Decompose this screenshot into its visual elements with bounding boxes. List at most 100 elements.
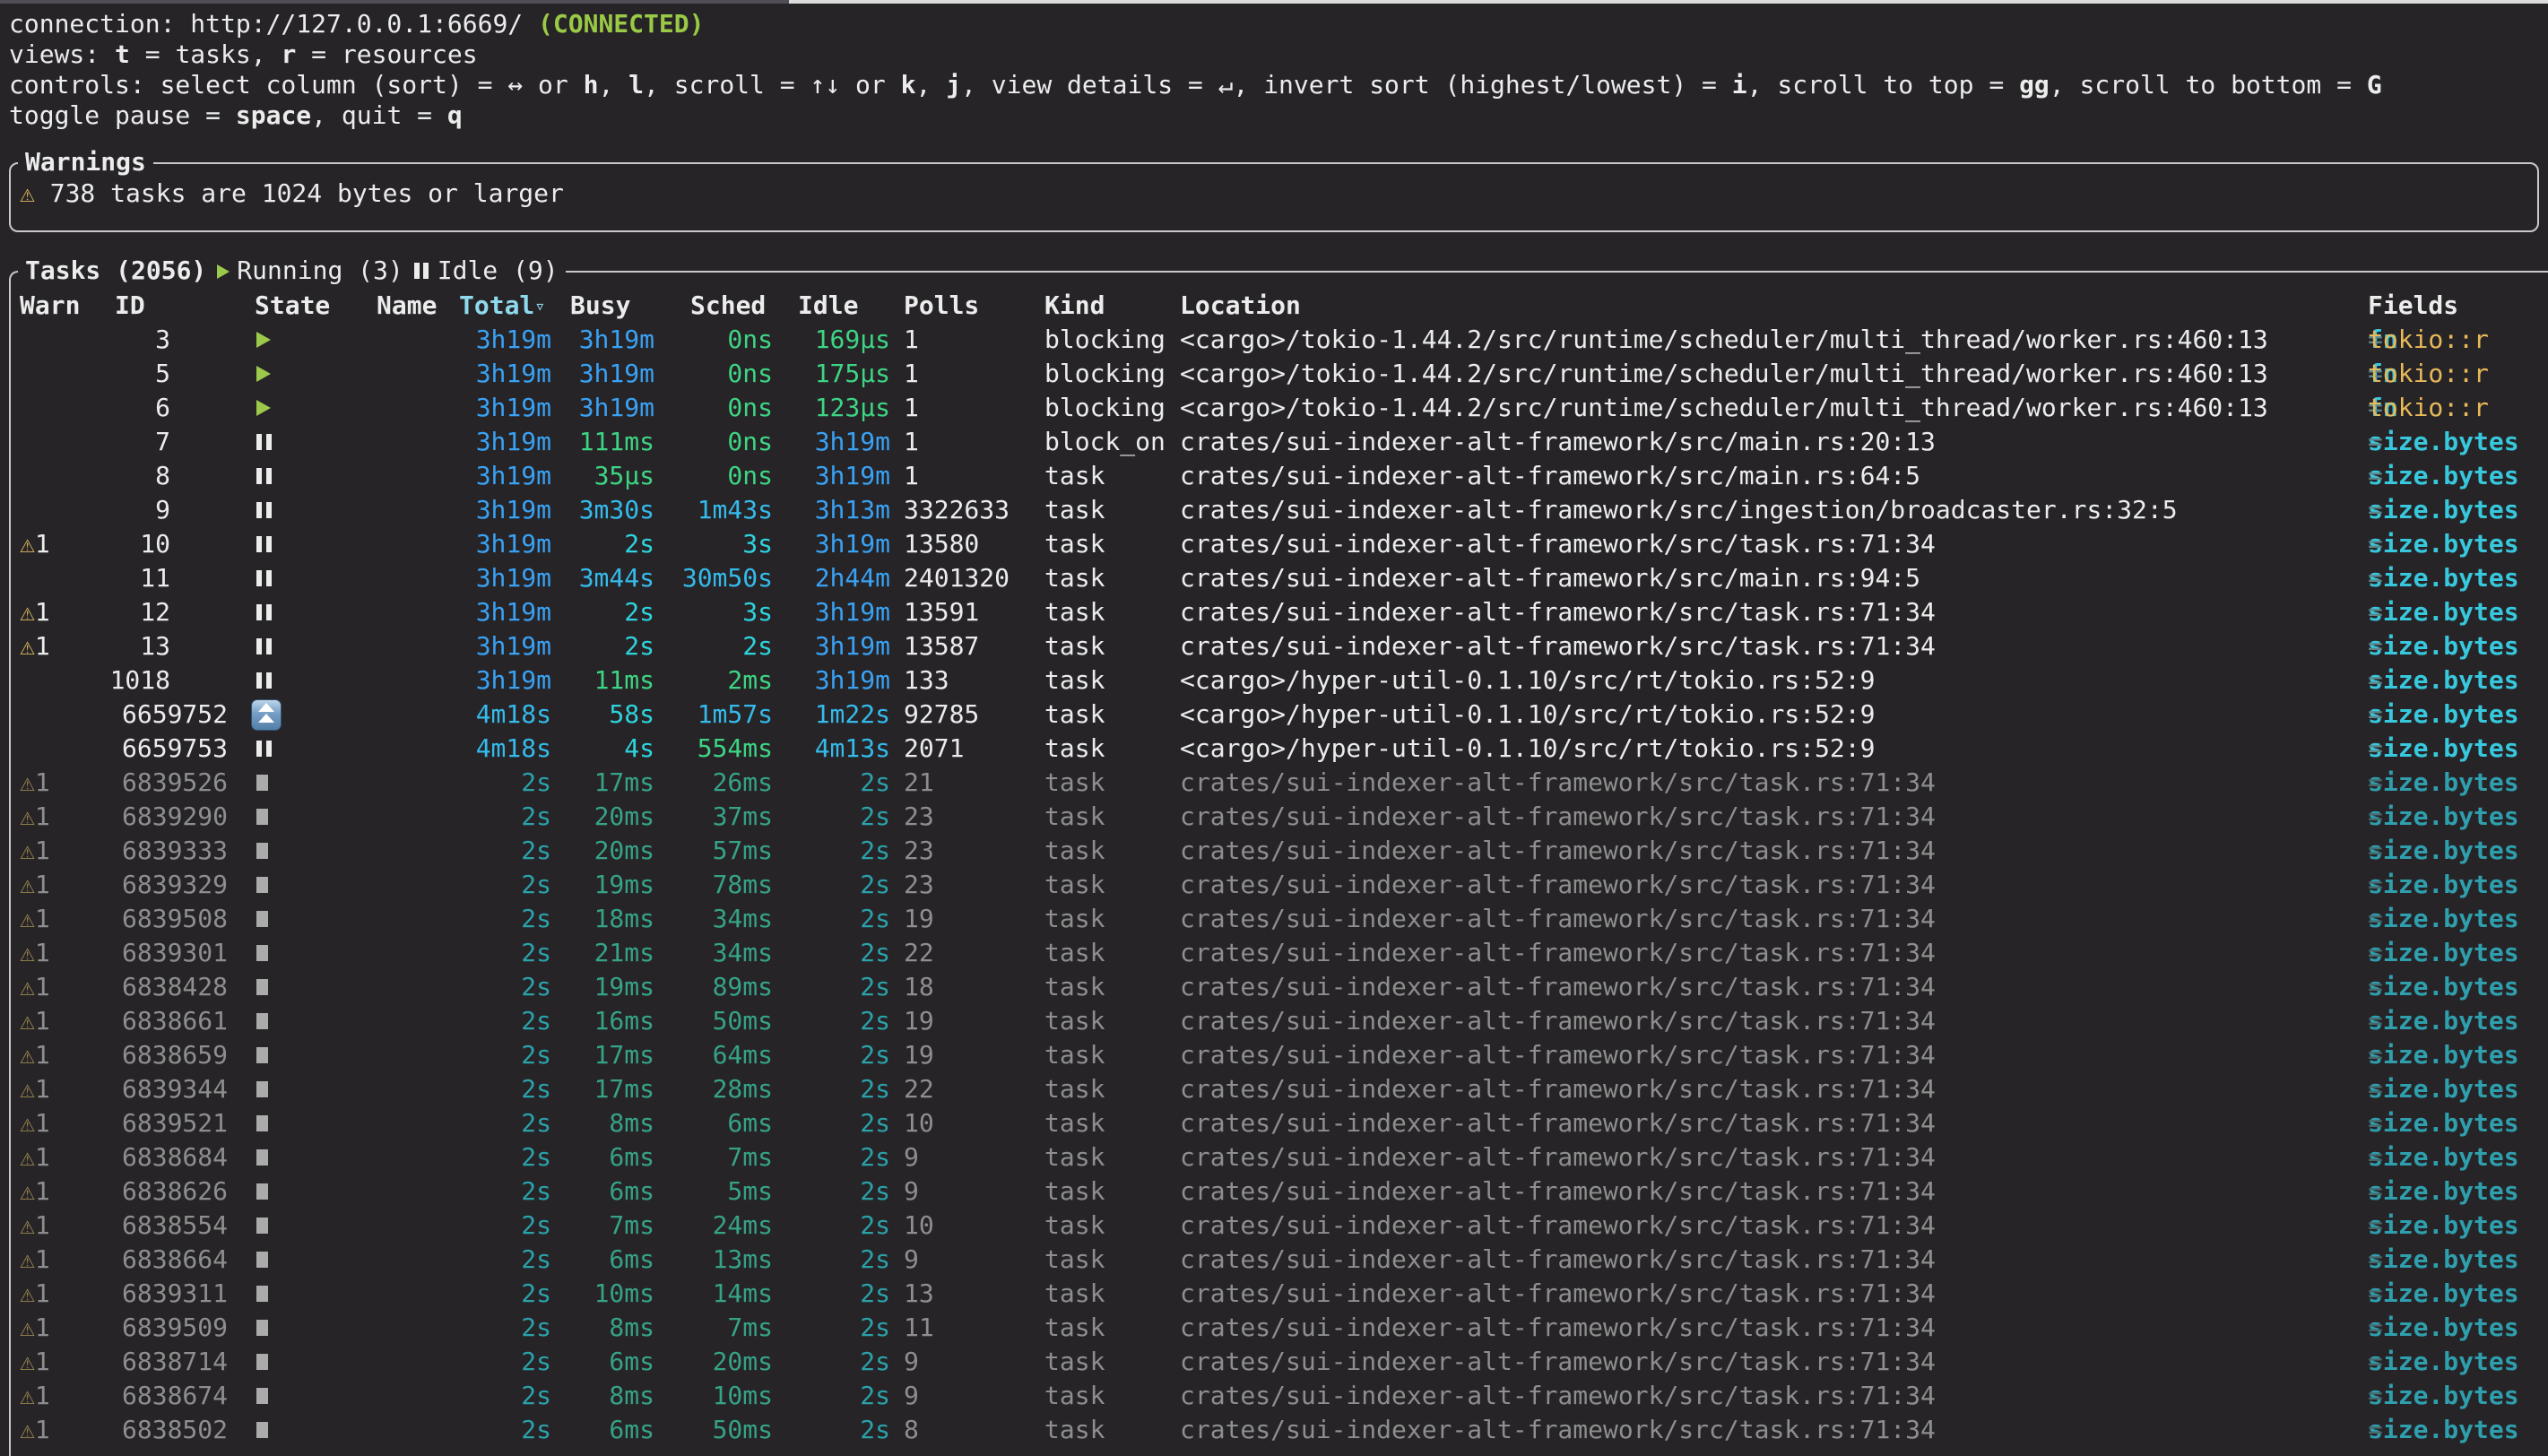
busy-duration: 21ms [529,936,654,970]
idle-duration: 3h19m [773,425,890,459]
task-row[interactable]: ⚠ 168393442s17ms28ms2s22taskcrates/sui-i… [0,1072,2548,1106]
column-header-location[interactable]: Location [1180,289,1301,323]
task-id: 6838502 [122,1413,355,1447]
column-header-kind[interactable]: Kind [1044,289,1105,323]
task-id: 6839329 [122,868,355,902]
sched-duration: 10ms [659,1379,773,1413]
task-row[interactable]: ⚠ 1103h19m2s3s3h19m13580taskcrates/sui-i… [0,527,2548,561]
busy-duration: 17ms [529,1072,654,1106]
state-cell [255,936,308,970]
busy-duration: 8ms [529,1379,654,1413]
task-row[interactable]: 10183h19m11ms2ms3h19m133task<cargo>/hype… [0,663,2548,698]
busy-duration: 17ms [529,1038,654,1072]
task-row[interactable]: ⚠ 168395262s17ms26ms2s21taskcrates/sui-i… [0,766,2548,800]
task-row[interactable]: ⚠ 168395082s18ms34ms2s19taskcrates/sui-i… [0,902,2548,936]
task-kind: task [1044,663,1105,698]
task-row[interactable]: ⚠ 168387142s6ms20ms2s9taskcrates/sui-ind… [0,1345,2548,1379]
polls-count: 1 [904,425,919,459]
state-cell [255,1413,308,1447]
column-header-fields[interactable]: Fields [2368,289,2458,323]
task-row[interactable]: 66597534m18s4s554ms4m13s2071task<cargo>/… [0,732,2548,766]
column-header-busy[interactable]: Busy [570,289,630,323]
busy-duration: 16ms [529,1004,654,1038]
sched-duration: 78ms [659,868,773,902]
busy-duration: 18ms [529,902,654,936]
task-kind: task [1044,1209,1105,1243]
busy-duration: 3m44s [529,561,654,595]
task-row[interactable]: 66597524m18s58s1m57s1m22s92785task<cargo… [0,698,2548,732]
polls-count: 11 [904,1311,934,1345]
state-completed-icon [256,775,268,791]
task-kind: task [1044,834,1105,868]
state-idle-icon [256,570,262,586]
idle-duration: 3h19m [773,663,890,698]
idle-duration: 2s [773,1140,890,1174]
busy-duration: 6ms [529,1140,654,1174]
task-row[interactable]: 73h19m111ms0ns3h19m1block_oncrates/sui-i… [0,425,2548,459]
sched-duration: 0ns [659,357,773,391]
busy-duration: 6ms [529,1174,654,1209]
sched-duration: 1m43s [659,493,773,527]
task-row[interactable]: 93h19m3m30s1m43s3h13m3322633taskcrates/s… [0,493,2548,527]
state-idle-icon [256,741,262,757]
task-row[interactable]: ⚠ 168393332s20ms57ms2s23taskcrates/sui-i… [0,834,2548,868]
task-location: crates/sui-indexer-alt-framework/src/tas… [1180,834,1936,868]
column-header-idle[interactable]: Idle [798,289,858,323]
column-header-name[interactable]: Name [377,289,437,323]
task-row[interactable]: 113h19m3m44s30m50s2h44m2401320taskcrates… [0,561,2548,595]
task-id: 6839526 [122,766,355,800]
state-idle-icon [256,638,262,654]
column-header-id[interactable]: ID [115,289,145,323]
task-row[interactable]: ⚠ 168386642s6ms13ms2s9taskcrates/sui-ind… [0,1243,2548,1277]
task-row[interactable]: 63h19m3h19m0ns123µs1blocking<cargo>/toki… [0,391,2548,425]
task-row[interactable]: ⚠ 168386742s8ms10ms2s9taskcrates/sui-ind… [0,1379,2548,1413]
task-row[interactable]: ⚠ 168393112s10ms14ms2s13taskcrates/sui-i… [0,1277,2548,1311]
task-kind: task [1044,698,1105,732]
task-row[interactable]: 53h19m3h19m0ns175µs1blocking<cargo>/toki… [0,357,2548,391]
state-cell [255,1038,308,1072]
task-row[interactable]: ⚠ 168393012s21ms34ms2s22taskcrates/sui-i… [0,936,2548,970]
state-idle-icon [256,604,262,620]
task-row[interactable]: ⚠ 168386262s6ms5ms2s9taskcrates/sui-inde… [0,1174,2548,1209]
idle-duration: 4m13s [773,732,890,766]
sched-duration: 50ms [659,1413,773,1447]
task-row[interactable]: ⚠ 168386612s16ms50ms2s19taskcrates/sui-i… [0,1004,2548,1038]
idle-duration: 2s [773,1209,890,1243]
column-header-state[interactable]: State [255,289,330,323]
idle-duration: 2s [773,1311,890,1345]
state-idle-icon [256,672,262,689]
task-row[interactable]: 83h19m35µs0ns3h19m1taskcrates/sui-indexe… [0,459,2548,493]
task-row[interactable]: ⚠ 168395092s8ms7ms2s11taskcrates/sui-ind… [0,1311,2548,1345]
task-row[interactable]: ⚠ 168395212s8ms6ms2s10taskcrates/sui-ind… [0,1106,2548,1140]
task-kind: task [1044,868,1105,902]
task-row[interactable]: ⚠ 168386592s17ms64ms2s19taskcrates/sui-i… [0,1038,2548,1072]
task-row[interactable]: ⚠ 168386842s6ms7ms2s9taskcrates/sui-inde… [0,1140,2548,1174]
column-header-total[interactable]: Total▿ [459,289,545,323]
busy-duration: 58s [529,698,654,732]
task-row[interactable]: ⚠ 168385022s6ms50ms2s8taskcrates/sui-ind… [0,1413,2548,1447]
task-location: crates/sui-indexer-alt-framework/src/tas… [1180,1345,1936,1379]
idle-duration: 2s [773,936,890,970]
sched-duration: 14ms [659,1277,773,1311]
polls-count: 13580 [904,527,979,561]
sched-duration: 3s [659,527,773,561]
task-row[interactable]: ⚠ 1133h19m2s2s3h19m13587taskcrates/sui-i… [0,629,2548,663]
running-state-icon [217,264,230,279]
column-header-polls[interactable]: Polls [904,289,979,323]
task-row[interactable]: ⚠ 1123h19m2s3s3h19m13591taskcrates/sui-i… [0,595,2548,629]
task-row[interactable]: 33h19m3h19m0ns169µs1blocking<cargo>/toki… [0,323,2548,357]
task-row[interactable]: ⚠ 168392902s20ms37ms2s23taskcrates/sui-i… [0,800,2548,834]
task-row[interactable]: ⚠ 168385542s7ms24ms2s10taskcrates/sui-in… [0,1209,2548,1243]
polls-count: 10 [904,1106,934,1140]
column-header-warn[interactable]: Warn [20,289,80,323]
sched-duration: 50ms [659,1004,773,1038]
task-location: crates/sui-indexer-alt-framework/src/mai… [1180,459,1920,493]
busy-duration: 11ms [529,663,654,698]
task-kind: task [1044,1174,1105,1209]
column-header-sched[interactable]: Sched [690,289,766,323]
task-row[interactable]: ⚠ 168384282s19ms89ms2s18taskcrates/sui-i… [0,970,2548,1004]
state-completed-icon [256,1149,268,1166]
polls-count: 23 [904,868,934,902]
task-id: 6838428 [122,970,355,1004]
task-row[interactable]: ⚠ 168393292s19ms78ms2s23taskcrates/sui-i… [0,868,2548,902]
